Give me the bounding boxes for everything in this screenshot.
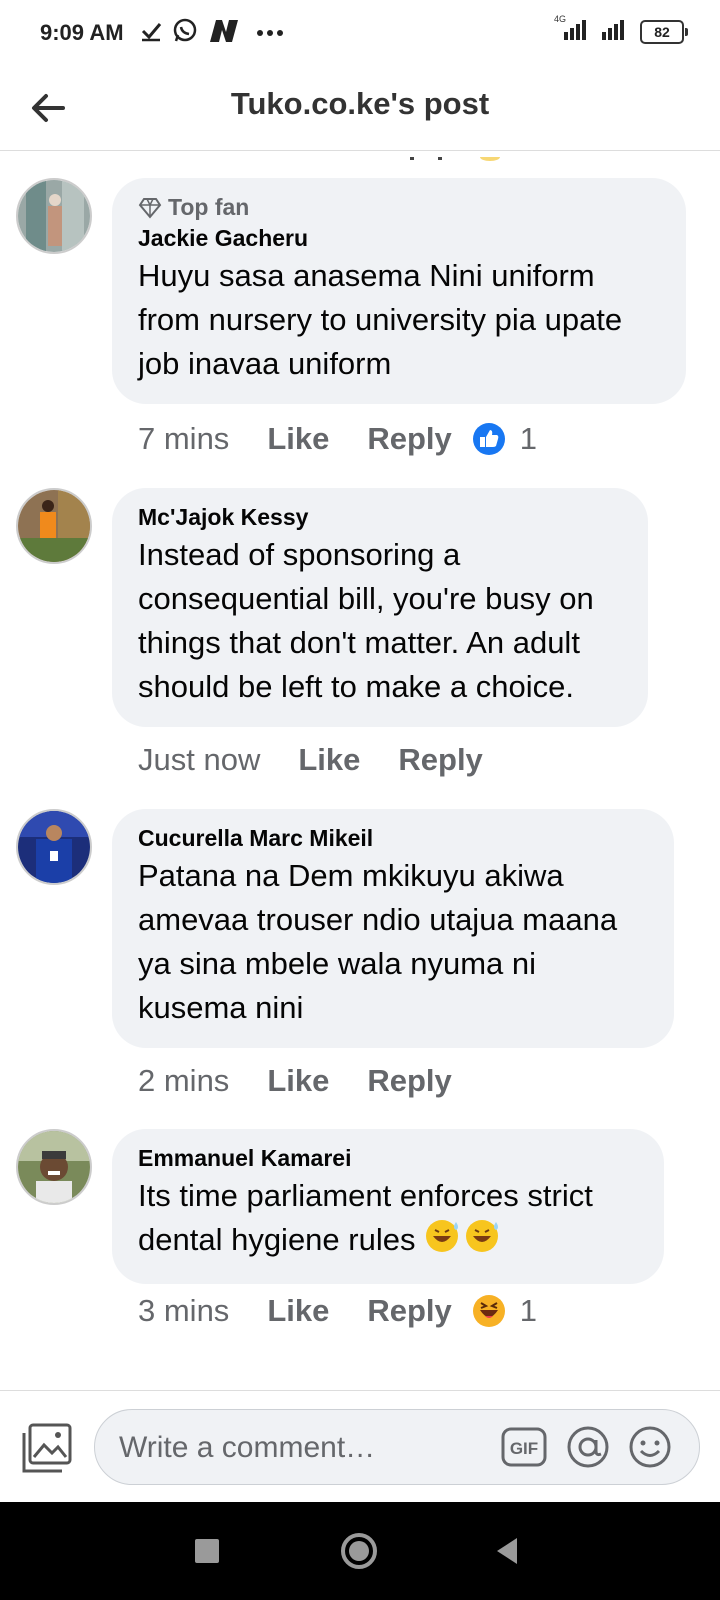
sweat-smile-emoji-icon	[424, 1218, 504, 1266]
comment-text: Its time parliament enforces strict dent…	[138, 1174, 638, 1266]
recents-button[interactable]	[182, 1526, 232, 1576]
smiley-icon	[629, 1426, 671, 1468]
app-header: Tuko.co.ke's post	[0, 68, 720, 151]
home-button[interactable]	[334, 1526, 384, 1576]
comment-actions: Just now Like Reply	[138, 742, 483, 778]
comment-input[interactable]	[117, 1424, 481, 1472]
reply-button[interactable]: Reply	[367, 1063, 451, 1099]
comment-author[interactable]: Emmanuel Kamarei	[138, 1145, 638, 1172]
comments-list: Top fan Jackie Gacheru Huyu sasa anasema…	[0, 150, 720, 1390]
comment-author[interactable]: Cucurella Marc Mikeil	[138, 825, 648, 852]
comment-actions: 7 mins Like Reply 1	[138, 421, 537, 457]
like-button[interactable]: Like	[267, 421, 329, 457]
previous-comment-edge	[400, 150, 520, 161]
comment-bubble[interactable]: Cucurella Marc Mikeil Patana na Dem mkik…	[112, 809, 674, 1048]
comment-actions: 3 mins Like Reply 1	[138, 1293, 537, 1329]
page-title: Tuko.co.ke's post	[230, 86, 490, 121]
like-button[interactable]: Like	[267, 1063, 329, 1099]
emoji-button[interactable]	[625, 1422, 675, 1472]
n-app-icon	[208, 18, 240, 49]
status-bar: 9:09 AM 4G 82	[0, 0, 720, 68]
back-nav-button[interactable]	[482, 1526, 532, 1576]
comment-time[interactable]: 3 mins	[138, 1293, 229, 1329]
avatar[interactable]	[16, 809, 92, 885]
status-time: 9:09 AM	[40, 20, 124, 45]
avatar[interactable]	[16, 488, 92, 564]
gif-button[interactable]: GIF	[499, 1422, 549, 1472]
comment-bubble[interactable]: Mc'Jajok Kessy Instead of sponsoring a c…	[112, 488, 648, 727]
gif-label: GIF	[510, 1439, 538, 1458]
top-fan-badge: Top fan	[138, 194, 660, 221]
like-reaction-icon	[472, 423, 505, 455]
photo-icon	[22, 1423, 72, 1473]
avatar[interactable]	[16, 178, 92, 254]
comment-text: Huyu sasa anasema Nini uniform from nurs…	[138, 258, 623, 381]
like-button[interactable]: Like	[267, 1293, 329, 1329]
triangle-back-icon	[497, 1538, 517, 1564]
comment-bubble[interactable]: Top fan Jackie Gacheru Huyu sasa anasema…	[112, 178, 686, 404]
badge-label: Top fan	[168, 194, 250, 220]
system-navigation-bar	[0, 1502, 720, 1600]
square-icon	[195, 1539, 219, 1563]
comment-text: Instead of sponsoring a consequential bi…	[138, 537, 594, 704]
system-icons: 4G 82	[554, 14, 688, 45]
reply-button[interactable]: Reply	[398, 742, 482, 778]
haha-reaction-icon	[472, 1295, 505, 1327]
reply-button[interactable]: Reply	[367, 1293, 451, 1329]
comment-input-box[interactable]: GIF	[94, 1409, 700, 1485]
comment-bubble[interactable]: Emmanuel Kamarei Its time parliament enf…	[112, 1129, 664, 1284]
reaction-count: 1	[519, 421, 538, 456]
comment-composer: GIF	[0, 1390, 720, 1503]
comment-author[interactable]: Mc'Jajok Kessy	[138, 504, 622, 531]
whatsapp-icon	[172, 18, 198, 49]
add-photo-button[interactable]	[20, 1421, 74, 1475]
signal-icon: 4G	[554, 14, 590, 45]
comment-time[interactable]: 2 mins	[138, 1063, 229, 1099]
reply-button[interactable]: Reply	[367, 421, 451, 457]
comment-text: Patana na Dem mkikuyu akiwa amevaa trous…	[138, 858, 618, 1025]
notification-icons	[140, 18, 284, 49]
gif-icon: GIF	[501, 1427, 547, 1467]
comment-actions: 2 mins Like Reply	[138, 1063, 452, 1099]
circle-icon	[341, 1533, 377, 1569]
comment-time[interactable]: Just now	[138, 742, 260, 778]
avatar[interactable]	[16, 1129, 92, 1205]
signal-icon	[600, 18, 630, 45]
more-dots-icon	[256, 25, 284, 43]
check-icon	[140, 20, 162, 47]
like-button[interactable]: Like	[298, 742, 360, 778]
at-sign-icon	[567, 1426, 609, 1468]
reactions-summary[interactable]: 1	[472, 421, 537, 457]
reaction-count: 1	[519, 1293, 538, 1328]
comment-author[interactable]: Jackie Gacheru	[138, 225, 660, 252]
diamond-icon	[138, 197, 162, 219]
reactions-summary[interactable]: 1	[472, 1293, 537, 1329]
mention-button[interactable]	[563, 1422, 613, 1472]
comment-text-body: Its time parliament enforces strict dent…	[138, 1178, 593, 1258]
network-type-label: 4G	[554, 14, 567, 24]
battery-icon: 82	[640, 19, 688, 44]
comment-time[interactable]: 7 mins	[138, 421, 229, 457]
